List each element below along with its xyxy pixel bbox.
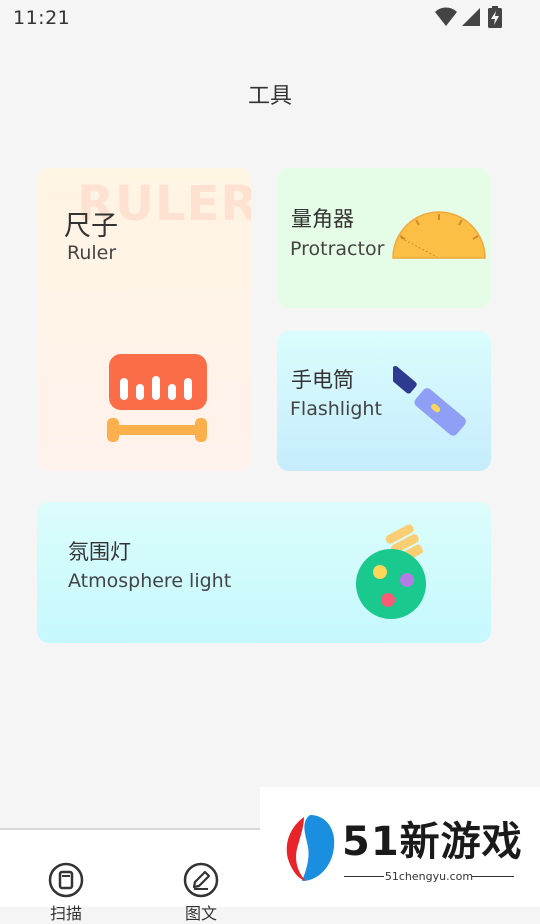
ruler-icon: [107, 354, 207, 442]
protractor-tool-card[interactable]: 量角器 Protractor: [277, 168, 491, 308]
atmosphere-subtitle: Atmosphere light: [68, 570, 232, 592]
flashlight-icon: [393, 365, 466, 436]
page-title: 工具: [247, 84, 292, 109]
flashlight-tool-card[interactable]: 手电筒 Flashlight: [277, 331, 491, 471]
nav-label-scan: 扫描: [49, 904, 82, 923]
watermark-logo-divider-right: [472, 876, 514, 877]
status-bar: 11:21: [0, 0, 540, 36]
nav-label-edit: 图文: [184, 904, 217, 923]
nav-item-edit[interactable]: 图文: [156, 862, 246, 924]
status-time: 11:21: [13, 7, 71, 29]
ruler-tool-card[interactable]: RULER 尺子 Ruler: [37, 168, 251, 471]
ruler-subtitle: Ruler: [67, 242, 117, 264]
watermark-logo-text: 51新游戏: [342, 819, 523, 865]
atmosphere-light-tool-card[interactable]: 氛围灯 Atmosphere light: [37, 502, 491, 643]
ruler-title: 尺子: [64, 211, 118, 242]
battery-charging-icon: [488, 6, 502, 28]
protractor-title: 量角器: [291, 207, 354, 231]
cell-signal-icon: [462, 8, 480, 26]
watermark-logo-icon: [286, 815, 335, 881]
edit-icon: [183, 862, 219, 898]
wifi-icon: [435, 7, 457, 26]
atmosphere-title: 氛围灯: [68, 540, 131, 564]
protractor-icon: [392, 211, 486, 259]
protractor-subtitle: Protractor: [290, 238, 385, 260]
flashlight-title: 手电筒: [291, 368, 354, 392]
watermark-logo: 51新游戏 51chengyu.com: [260, 787, 540, 907]
flashlight-subtitle: Flashlight: [290, 398, 382, 420]
nav-item-scan[interactable]: 扫描: [21, 862, 111, 924]
potion-bottle-icon: [356, 524, 426, 619]
scan-icon: [48, 862, 84, 898]
